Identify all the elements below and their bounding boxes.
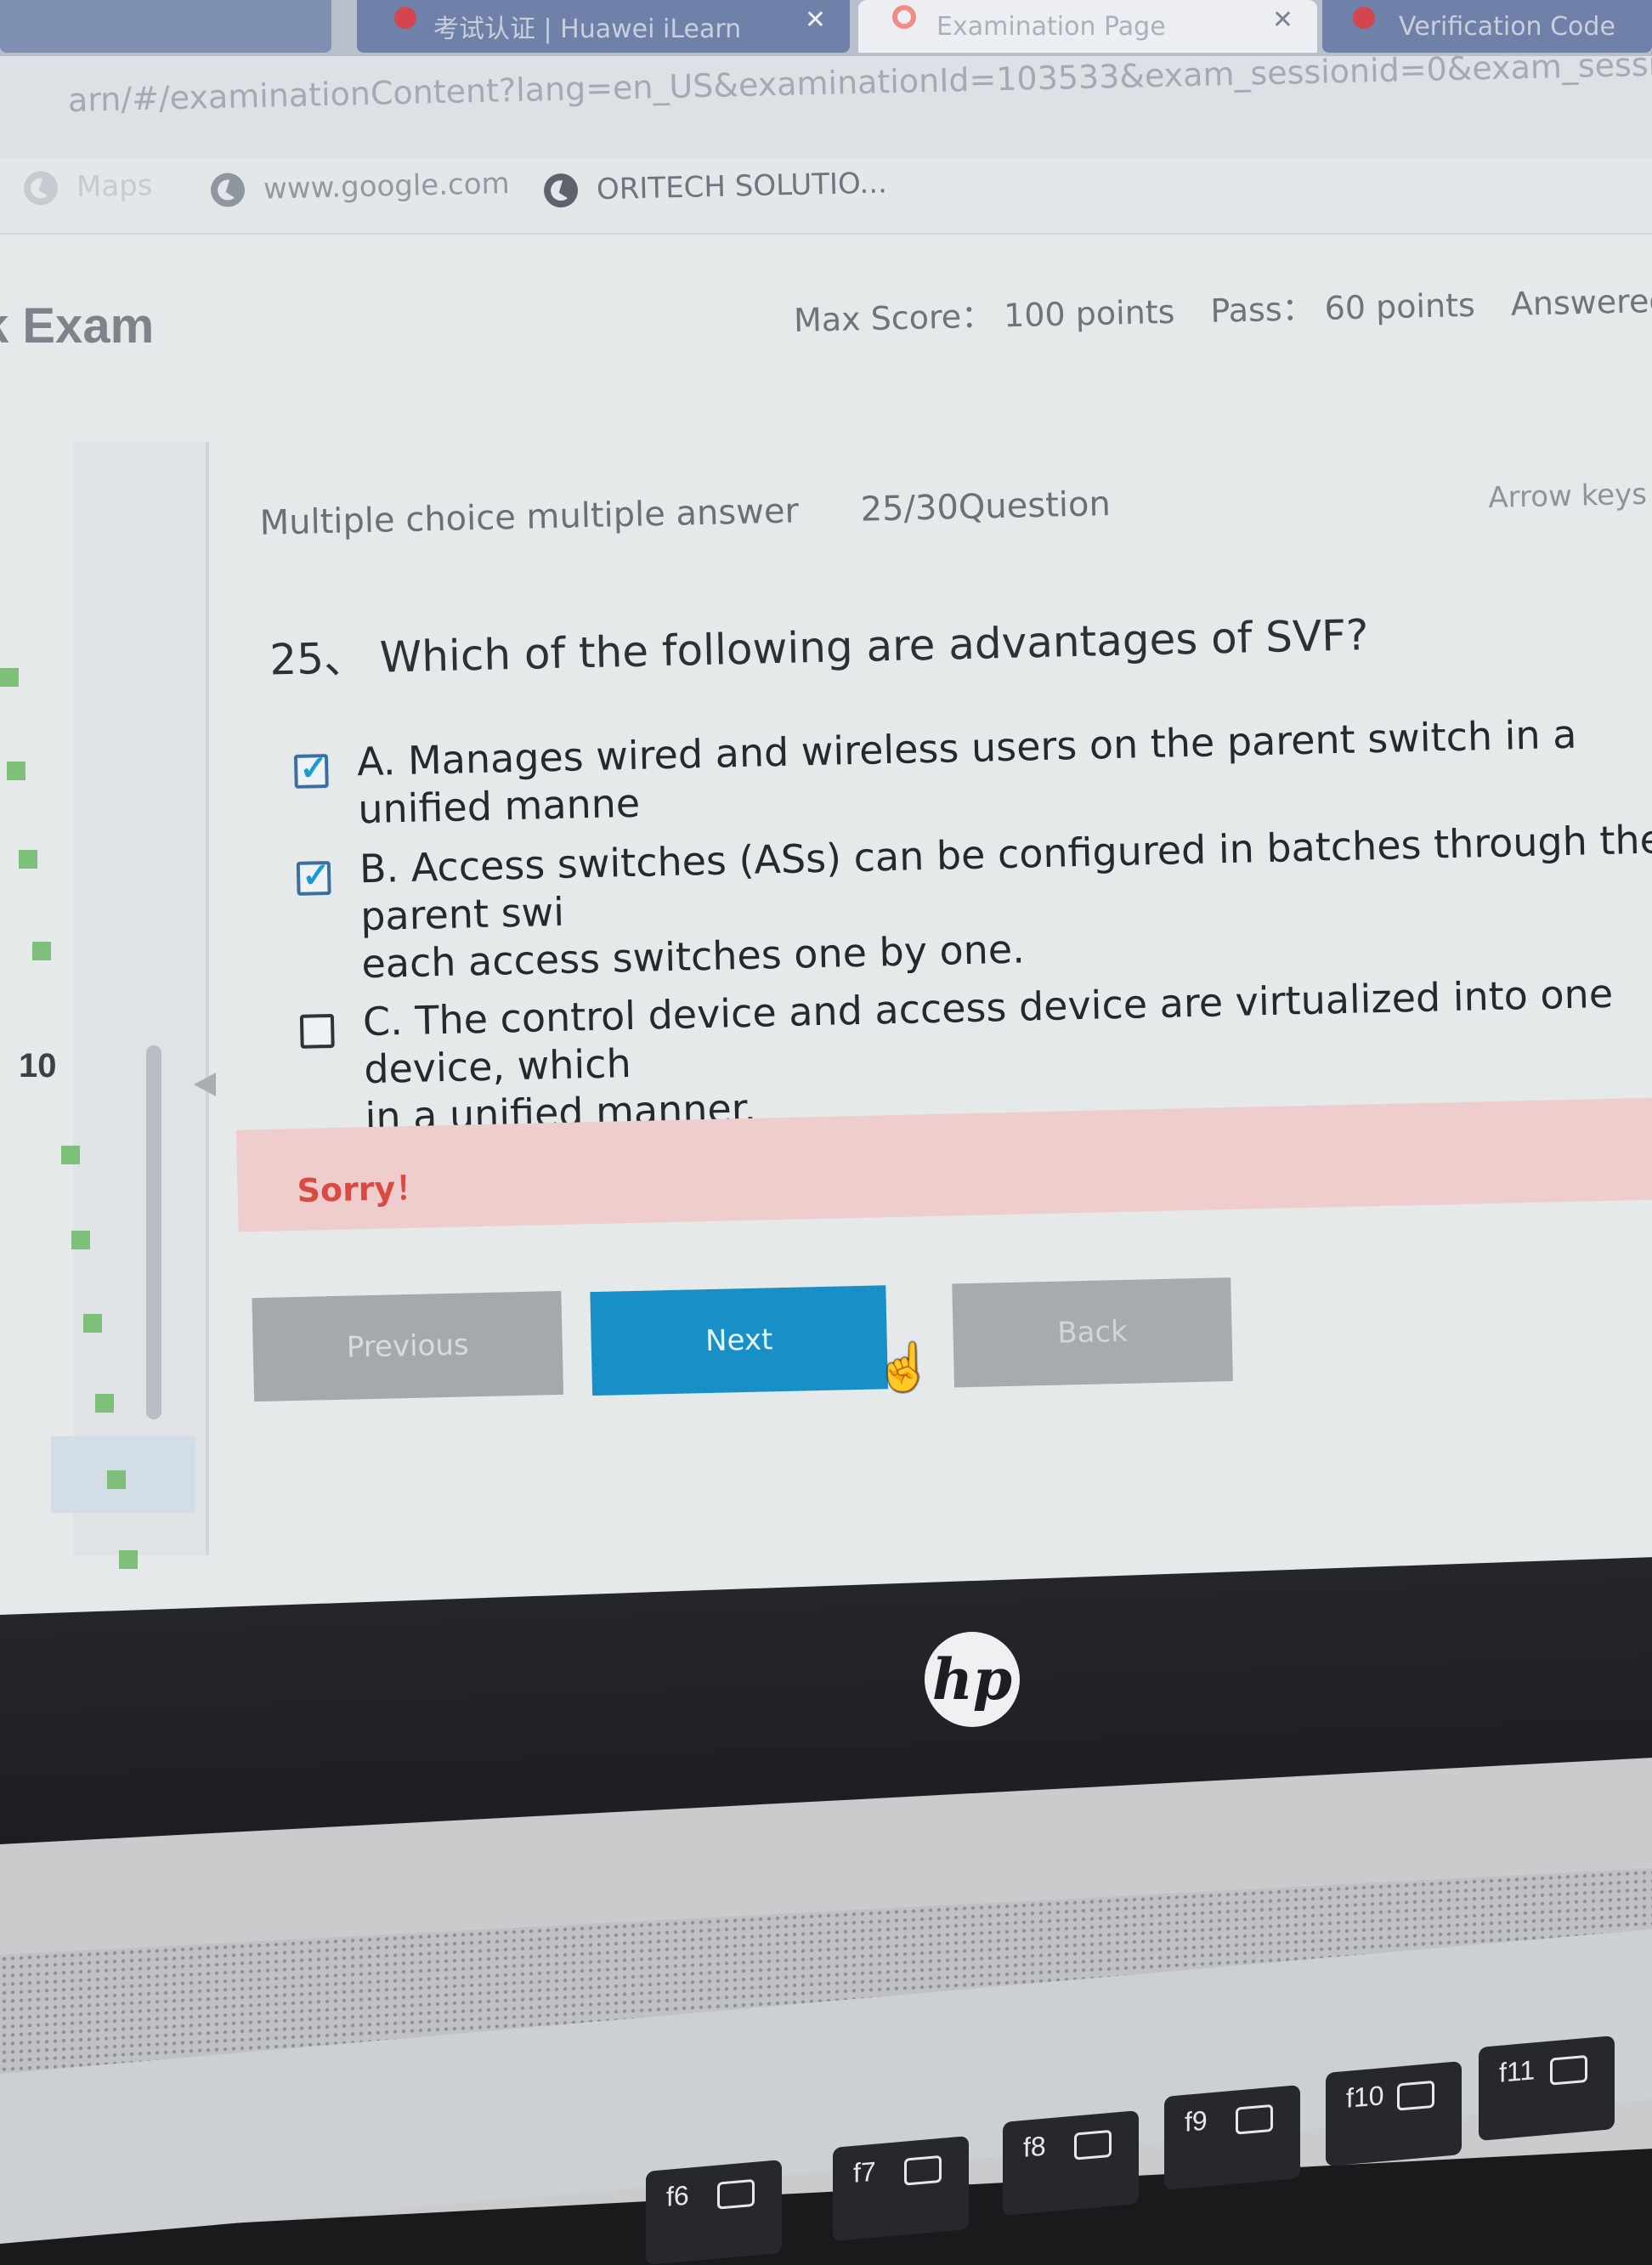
arrow-keys-hint: Arrow keys a (1487, 477, 1652, 515)
max-score: Max Score： 100 points (793, 292, 1175, 339)
option-b-line1: B. Access switches (ASs) can be configur… (359, 816, 1652, 940)
bookmark-google-label: www.google.com (263, 167, 511, 207)
hand-cursor-icon: ☝ (875, 1342, 933, 1393)
hp-logo: hp (925, 1632, 1020, 1727)
key-f10[interactable]: f10 (1326, 2061, 1462, 2166)
globe-icon (543, 173, 579, 208)
answered-count: Answered： 30/3 (1510, 280, 1652, 323)
volume-up-icon (904, 2155, 942, 2186)
question-counter: 25/30Question (860, 484, 1112, 529)
keyboard-backlight-icon (1550, 2054, 1587, 2086)
question-type: Multiple choice multiple answer 25/30Que… (259, 484, 1111, 543)
brightness-icon (1236, 2104, 1273, 2135)
key-f11[interactable]: f11 (1479, 2036, 1615, 2141)
key-f9[interactable]: f9 (1164, 2085, 1300, 2190)
tab-huawei-ilearn[interactable]: 考试认证 | Huawei iLearn ✕ (357, 0, 850, 53)
navigator-answered-marker[interactable] (95, 1394, 114, 1413)
navigator-scrollbar[interactable] (146, 1045, 161, 1419)
tab-exam-label: Examination Page (936, 11, 1166, 42)
tab-previous[interactable] (0, 0, 331, 53)
volume-down-icon (717, 2178, 755, 2210)
feedback-text: Sorry！ (297, 1169, 428, 1209)
key-f8-label: f8 (1023, 2130, 1046, 2163)
tab-huawei-label: 考试认证 | Huawei iLearn (433, 14, 742, 44)
previous-button[interactable]: Previous (252, 1290, 564, 1402)
close-tab-icon[interactable]: ✕ (805, 5, 826, 35)
collapse-arrow-icon[interactable] (194, 1073, 216, 1096)
option-a-label: A. Manages wired and wireless users on t… (356, 711, 1577, 833)
key-f9-label: f9 (1185, 2104, 1208, 2138)
option-b-checkbox[interactable] (296, 860, 331, 896)
close-tab-icon[interactable]: ✕ (1272, 5, 1293, 35)
navigator-answered-marker[interactable] (107, 1470, 126, 1489)
verification-favicon-icon (1353, 7, 1375, 29)
tab-examination-page[interactable]: Examination Page ✕ (858, 0, 1317, 53)
option-a[interactable]: A. Manages wired and wireless users on t… (293, 707, 1652, 834)
question-navigator (73, 442, 209, 1555)
option-b[interactable]: B. Access switches (ASs) can be configur… (296, 814, 1652, 988)
navigator-answered-marker[interactable] (7, 762, 25, 780)
navigator-answered-marker[interactable] (71, 1231, 90, 1249)
key-f8[interactable]: f8 (1003, 2110, 1139, 2216)
navigator-answered-marker[interactable] (61, 1146, 80, 1164)
navigator-answered-marker[interactable] (83, 1314, 102, 1333)
navigator-answered-marker[interactable] (32, 942, 51, 960)
next-button[interactable]: Next (590, 1285, 889, 1396)
question-panel: Multiple choice multiple answer 25/30Que… (212, 426, 1652, 1478)
huawei-favicon-icon (394, 7, 416, 29)
key-f6[interactable]: f6 (646, 2160, 782, 2265)
key-f7-label: f7 (853, 2155, 876, 2189)
navigator-answered-marker[interactable] (19, 850, 37, 869)
mic-mute-icon (1074, 2129, 1112, 2160)
browser-tab-bar: 考试认证 | Huawei iLearn ✕ Examination Page … (0, 0, 1652, 56)
bookmark-google[interactable]: www.google.com (210, 167, 511, 207)
key-f11-label: f11 (1499, 2054, 1536, 2088)
globe-icon (210, 173, 246, 207)
option-a-checkbox[interactable] (293, 754, 329, 789)
navigator-group-number[interactable]: 10 (19, 1047, 57, 1085)
maps-icon (23, 170, 59, 206)
laptop-screen: 考试认证 | Huawei iLearn ✕ Examination Page … (0, 0, 1652, 1649)
tab-verify-label: Verification Code (1399, 11, 1615, 42)
back-button[interactable]: Back (952, 1277, 1233, 1388)
option-b-label: B. Access switches (ASs) can be configur… (359, 814, 1652, 988)
exam-title: k Exam (0, 298, 155, 354)
pass-score: Pass： 60 points (1210, 286, 1476, 330)
key-f7[interactable]: f7 (833, 2136, 969, 2241)
bookmark-maps[interactable]: Maps (23, 168, 153, 206)
bookmark-oritech-label: ORITECH SOLUTIO... (596, 166, 888, 207)
tab-verification-code[interactable]: Verification Code (1322, 0, 1652, 53)
question-type-label: Multiple choice multiple answer (259, 491, 800, 543)
option-c-checkbox[interactable] (299, 1013, 335, 1049)
navigator-answered-marker[interactable] (0, 668, 19, 687)
key-f6-label: f6 (666, 2179, 689, 2212)
bookmark-maps-label: Maps (76, 168, 153, 205)
tab-favicon-icon (892, 5, 916, 29)
question-text: 25、 Which of the following are advantage… (269, 610, 1370, 685)
option-c-line1: C. The control device and access device … (362, 970, 1614, 1093)
key-f10-label: f10 (1346, 2080, 1384, 2114)
navigator-answered-marker[interactable] (119, 1550, 138, 1569)
score-summary: Max Score： 100 points Pass： 60 points An… (793, 271, 1652, 341)
display-icon (1397, 2080, 1434, 2111)
